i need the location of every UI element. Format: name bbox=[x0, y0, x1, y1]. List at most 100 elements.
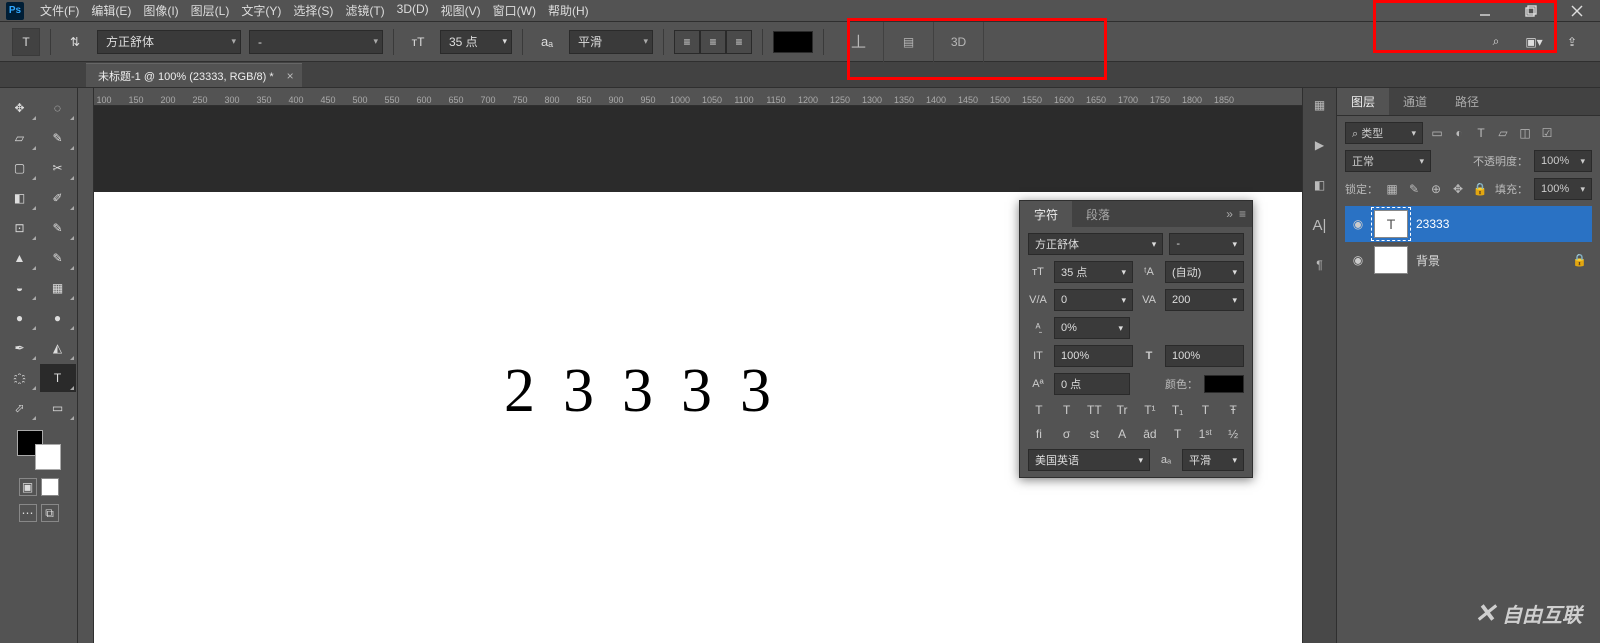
tool-button[interactable]: ◭ bbox=[40, 334, 76, 362]
tool-button[interactable]: ▭ bbox=[40, 394, 76, 422]
tool-button[interactable]: ✒ bbox=[2, 334, 38, 362]
opentype-feature-button[interactable]: st bbox=[1086, 427, 1104, 441]
layer-name[interactable]: 背景 bbox=[1416, 252, 1440, 269]
cp-vscale[interactable]: 100% bbox=[1054, 345, 1133, 367]
tool-button[interactable]: ▲ bbox=[2, 244, 38, 272]
layer-filter-type-dropdown[interactable]: ⌕ 类型▾ bbox=[1345, 122, 1423, 144]
cp-font-family[interactable]: 方正舒体▾ bbox=[1028, 233, 1163, 255]
tool-button[interactable]: ✐ bbox=[40, 184, 76, 212]
type-style-button[interactable]: TT bbox=[1086, 403, 1104, 417]
active-tool-indicator[interactable]: T bbox=[12, 28, 40, 56]
minimize-button[interactable] bbox=[1462, 0, 1508, 22]
tool-button[interactable]: ◌ bbox=[40, 94, 76, 122]
tool-button[interactable]: ҈ bbox=[2, 364, 38, 392]
type-style-button[interactable]: T bbox=[1197, 403, 1215, 417]
opentype-feature-button[interactable]: fi bbox=[1030, 427, 1048, 441]
filter-icon[interactable]: ◐ bbox=[1451, 125, 1467, 141]
adjustments-panel-icon[interactable]: ◧ bbox=[1309, 174, 1331, 196]
tool-button[interactable]: ◧ bbox=[2, 184, 38, 212]
cp-tracking[interactable]: 200▾ bbox=[1165, 289, 1244, 311]
cp-kerning[interactable]: 0▾ bbox=[1054, 289, 1133, 311]
character-panel-button[interactable]: ▤ bbox=[884, 22, 934, 62]
opacity-field[interactable]: 100%▾ bbox=[1534, 150, 1592, 172]
filter-icon[interactable]: ☑ bbox=[1539, 125, 1555, 141]
align-right-button[interactable]: ≡ bbox=[726, 30, 752, 54]
tool-button[interactable]: ◒ bbox=[2, 274, 38, 302]
paragraph-panel-icon[interactable]: ¶ bbox=[1309, 254, 1331, 276]
filter-icon[interactable]: ▱ bbox=[1495, 125, 1511, 141]
filter-icon[interactable]: T bbox=[1473, 125, 1489, 141]
type-style-button[interactable]: T₁ bbox=[1169, 403, 1187, 417]
tool-button[interactable]: ✎ bbox=[40, 214, 76, 242]
lock-icon[interactable]: ⊕ bbox=[1428, 181, 1444, 197]
font-style-dropdown[interactable]: -▾ bbox=[249, 30, 383, 54]
history-panel-icon[interactable]: ▦ bbox=[1309, 94, 1331, 116]
filter-icon[interactable]: ◫ bbox=[1517, 125, 1533, 141]
type-style-button[interactable]: T¹ bbox=[1141, 403, 1159, 417]
character-panel[interactable]: 字符 段落 »≡ 方正舒体▾ -▾ тT 35 点▾ ᵗA (自动)▾ V/A … bbox=[1019, 200, 1253, 478]
vertical-ruler[interactable] bbox=[78, 88, 94, 643]
menu-item[interactable]: 窗口(W) bbox=[487, 0, 542, 21]
tool-button[interactable]: ● bbox=[2, 304, 38, 332]
opentype-feature-button[interactable]: 1ˢᵗ bbox=[1197, 427, 1215, 441]
cp-aa-mode[interactable]: 平滑▾ bbox=[1182, 449, 1244, 471]
document-tab[interactable]: 未标题-1 @ 100% (23333, RGB/8) * × bbox=[86, 63, 302, 87]
menu-item[interactable]: 图像(I) bbox=[137, 0, 184, 21]
tool-button[interactable]: ✂ bbox=[40, 154, 76, 182]
tool-button[interactable]: ✥ bbox=[2, 94, 38, 122]
menu-item[interactable]: 视图(V) bbox=[435, 0, 487, 21]
warp-text-button[interactable]: 丄 bbox=[834, 22, 884, 62]
menu-item[interactable]: 3D(D) bbox=[391, 0, 435, 21]
restore-button[interactable] bbox=[1508, 0, 1554, 22]
fill-field[interactable]: 100%▾ bbox=[1534, 178, 1592, 200]
layer-thumbnail[interactable]: T bbox=[1374, 210, 1408, 238]
layer-row[interactable]: ◉背景🔒 bbox=[1345, 242, 1592, 278]
type-style-button[interactable]: Ŧ bbox=[1224, 403, 1242, 417]
cp-hscale[interactable]: 100% bbox=[1165, 345, 1244, 367]
type-style-button[interactable]: T bbox=[1030, 403, 1048, 417]
tool-button[interactable]: ⬀ bbox=[2, 394, 38, 422]
cp-language[interactable]: 美国英语▾ bbox=[1028, 449, 1150, 471]
layer-row[interactable]: ◉ T 23333 bbox=[1345, 206, 1592, 242]
blend-mode-dropdown[interactable]: 正常▾ bbox=[1345, 150, 1431, 172]
lock-icon[interactable]: ✎ bbox=[1406, 181, 1422, 197]
canvas-text-layer[interactable]: 23333 bbox=[504, 356, 799, 427]
visibility-toggle[interactable]: ◉ bbox=[1350, 253, 1366, 267]
cp-leading[interactable]: (自动)▾ bbox=[1165, 261, 1244, 283]
opentype-feature-button[interactable]: T bbox=[1169, 427, 1187, 441]
lock-icon[interactable]: ▦ bbox=[1384, 181, 1400, 197]
layer-name[interactable]: 23333 bbox=[1416, 217, 1449, 231]
menu-icon[interactable]: ≡ bbox=[1239, 207, 1246, 221]
tool-button[interactable]: ✎ bbox=[40, 244, 76, 272]
search-button[interactable]: ⌕ bbox=[1482, 28, 1510, 56]
font-size-field[interactable]: 35 点▾ bbox=[440, 30, 512, 54]
cp-baseline[interactable]: 0 点 bbox=[1054, 373, 1130, 395]
tab-layers[interactable]: 图层 bbox=[1337, 88, 1389, 115]
panel-menu[interactable]: »≡ bbox=[1220, 207, 1252, 221]
layer-thumbnail[interactable] bbox=[1374, 246, 1408, 274]
menu-item[interactable]: 文字(Y) bbox=[235, 0, 287, 21]
lock-icon[interactable]: 🔒 bbox=[1472, 181, 1488, 197]
cp-color-swatch[interactable] bbox=[1204, 375, 1244, 393]
tool-button[interactable]: ⊡ bbox=[2, 214, 38, 242]
quick-mask-button[interactable]: ▣ bbox=[19, 478, 37, 496]
type-style-button[interactable]: T bbox=[1058, 403, 1076, 417]
cp-tsume[interactable]: 0%▾ bbox=[1054, 317, 1130, 339]
screen-switch-button[interactable]: ⧉ bbox=[41, 504, 59, 522]
close-button[interactable] bbox=[1554, 0, 1600, 22]
3d-button[interactable]: 3D bbox=[934, 22, 984, 62]
share-button[interactable]: ⇪ bbox=[1558, 28, 1586, 56]
visibility-toggle[interactable]: ◉ bbox=[1350, 217, 1366, 231]
opentype-feature-button[interactable]: A bbox=[1113, 427, 1131, 441]
menu-item[interactable]: 编辑(E) bbox=[85, 0, 137, 21]
character-panel-icon[interactable]: A| bbox=[1309, 214, 1331, 236]
screen-mode-button[interactable] bbox=[41, 478, 59, 496]
menu-item[interactable]: 滤镜(T) bbox=[339, 0, 390, 21]
properties-panel-icon[interactable]: ▶ bbox=[1309, 134, 1331, 156]
text-color-swatch[interactable] bbox=[773, 31, 813, 53]
tab-channels[interactable]: 通道 bbox=[1389, 88, 1441, 115]
tool-button[interactable]: T bbox=[40, 364, 76, 392]
menu-item[interactable]: 图层(L) bbox=[185, 0, 236, 21]
cp-size[interactable]: 35 点▾ bbox=[1054, 261, 1133, 283]
opentype-feature-button[interactable]: ½ bbox=[1224, 427, 1242, 441]
